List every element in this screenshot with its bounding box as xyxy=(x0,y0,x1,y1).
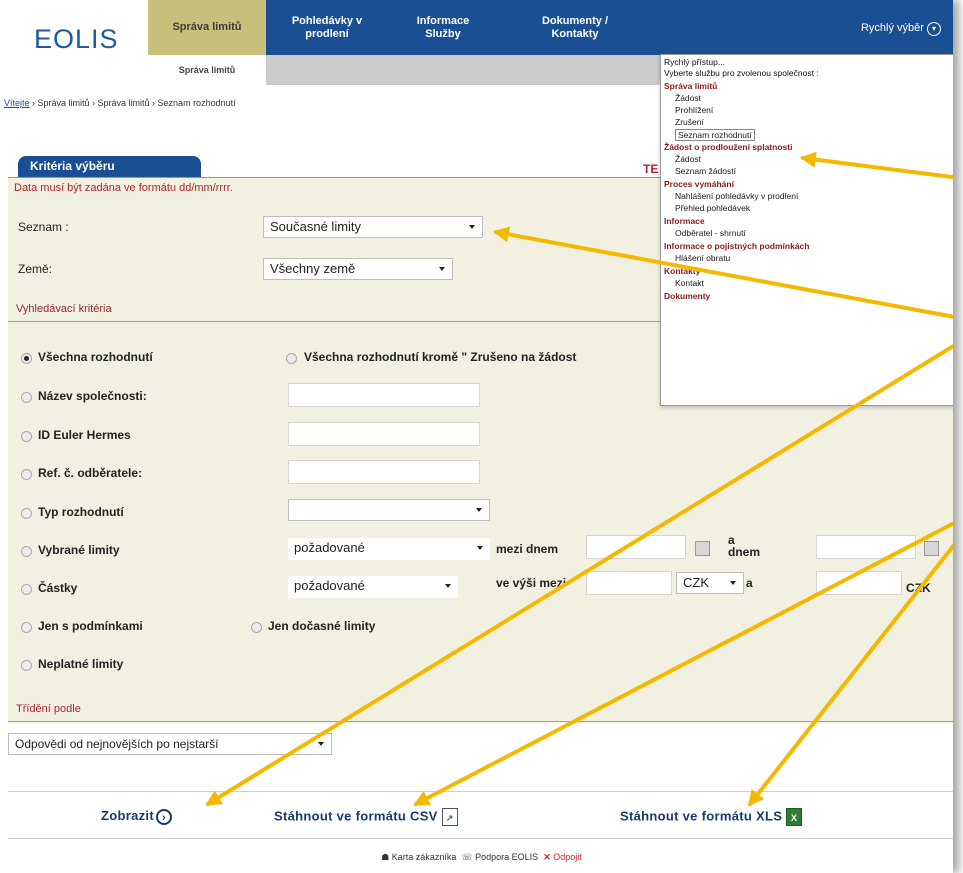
app-frame: EOLIS Správa limitů Pohledávky v prodlen… xyxy=(0,0,953,873)
decision-type-select[interactable] xyxy=(288,499,490,521)
eolis-logo[interactable]: EOLIS xyxy=(0,0,148,75)
sort-select[interactable]: Odpovědi od nejnovějších po nejstarší xyxy=(8,733,332,755)
radio-amounts[interactable] xyxy=(21,584,32,595)
radio-invalid-limits[interactable] xyxy=(21,660,32,671)
subtab-sprava-limitu[interactable]: Správa limitů xyxy=(148,55,266,85)
amount-from-input[interactable] xyxy=(586,571,672,595)
label-only-conditions: Jen s podmínkami xyxy=(38,619,143,633)
seznam-select[interactable]: Současné limity xyxy=(263,216,483,238)
label-selected-limits: Vybrané limity xyxy=(38,543,120,557)
footer-links: ☗ Karta zákazníka ☏ Podpora EOLIS ✕ Odpo… xyxy=(0,852,953,863)
label-only-temporary: Jen dočasné limity xyxy=(268,619,376,633)
menu-group-informace: Informace xyxy=(664,216,705,226)
support-link[interactable]: Podpora EOLIS xyxy=(475,852,538,862)
menu-item-zadost[interactable]: Žádost xyxy=(675,93,701,103)
menu-item-hlaseni-obratu[interactable]: Hlášení obratu xyxy=(675,253,730,263)
menu-group-dokumenty[interactable]: Dokumenty xyxy=(664,291,710,301)
zeme-label: Země: xyxy=(18,262,53,276)
menu-group-kontakty: Kontakty xyxy=(664,266,701,276)
user-card-icon: ☗ xyxy=(381,852,390,862)
quick-menu-title: Rychlý přístup... xyxy=(664,57,725,67)
zeme-select[interactable]: Všechny země xyxy=(263,258,453,280)
currency-label: CZK xyxy=(906,581,931,595)
menu-group-pojistne: Informace o pojistných podmínkách xyxy=(664,241,810,251)
customer-ref-input[interactable] xyxy=(288,460,480,484)
breadcrumb-trail: › Správa limitů › Správa limitů › Seznam… xyxy=(29,98,236,108)
euler-id-input[interactable] xyxy=(288,422,480,446)
radio-customer-ref[interactable] xyxy=(21,469,32,480)
quick-menu-subtitle: Vyberte službu pro zvolenou společnost : xyxy=(664,68,819,78)
label-all-except-cancelled: Všechna rozhodnutí kromě " Zrušeno na žá… xyxy=(304,350,577,364)
menu-item-kontakt[interactable]: Kontakt xyxy=(675,278,704,288)
label-company-name: Název společnosti: xyxy=(38,389,147,403)
amounts-status-select[interactable]: požadované xyxy=(288,576,458,598)
menu-item-prohlizeni[interactable]: Prohlížení xyxy=(675,105,713,115)
company-name-input[interactable] xyxy=(288,383,480,407)
menu-item-seznam-rozhodnuti[interactable]: Seznam rozhodnutí xyxy=(675,129,755,141)
arrow-right-icon: › xyxy=(155,808,172,825)
sort-header: Třídění podle xyxy=(8,696,953,722)
limits-status-select[interactable]: požadované xyxy=(288,538,490,560)
breadcrumb: Vítejte › Správa limitů › Správa limitů … xyxy=(4,98,236,108)
date-to-input[interactable] xyxy=(816,535,916,559)
logout-icon: ✕ xyxy=(543,852,551,862)
tab-pohledavky[interactable]: Pohledávky v prodlení xyxy=(268,0,386,55)
label-decision-type: Typ rozhodnutí xyxy=(38,505,124,519)
quick-access-menu: Rychlý přístup... Vyberte službu pro zvo… xyxy=(660,54,953,406)
breadcrumb-home-link[interactable]: Vítejte xyxy=(4,98,30,108)
label-between-date: mezi dnem xyxy=(496,542,559,556)
menu-item-nahlaseni[interactable]: Nahlášení pohledávky v prodlení xyxy=(675,191,798,201)
label-and-date: a dnem xyxy=(728,533,761,559)
label-customer-ref: Ref. č. odběratele: xyxy=(38,466,143,480)
menu-item-zadost-2[interactable]: Žádost xyxy=(675,154,701,164)
support-icon: ☏ xyxy=(461,852,473,862)
radio-only-temporary[interactable] xyxy=(251,622,262,633)
date-format-notice: Data musí být zadána ve formátu dd/mm/rr… xyxy=(14,182,233,194)
label-euler-id: ID Euler Hermes xyxy=(38,428,131,442)
radio-only-conditions[interactable] xyxy=(21,622,32,633)
currency-select[interactable]: CZK xyxy=(676,572,744,594)
radio-euler-id[interactable] xyxy=(21,431,32,442)
criteria-panel-title: Kritéria výběru xyxy=(18,156,201,177)
menu-item-seznam-zadosti[interactable]: Seznam žádostí xyxy=(675,166,736,176)
calendar-icon[interactable] xyxy=(924,541,939,556)
radio-company-name[interactable] xyxy=(21,392,32,403)
label-amount-range: ve výši mezi xyxy=(496,576,567,590)
tab-sprava-limitu[interactable]: Správa limitů xyxy=(148,0,266,55)
action-bar: Zobrazit › Stáhnout ve formátu CSV ↗ Stáhn… xyxy=(8,791,953,839)
download-xls-button[interactable]: Stáhnout ve formátu XLS X xyxy=(620,808,803,826)
menu-group-vymahani: Proces vymáhání xyxy=(664,179,734,189)
label-amounts: Částky xyxy=(38,581,78,595)
tab-informace[interactable]: Informace Služby xyxy=(388,0,498,55)
csv-file-icon: ↗ xyxy=(441,808,458,826)
show-button[interactable]: Zobrazit › xyxy=(101,808,172,825)
seznam-label: Seznam : xyxy=(18,220,69,234)
menu-group-prodlouzeni: Žádost o prodloužení splatnosti xyxy=(664,142,793,152)
label-all-decisions: Všechna rozhodnutí xyxy=(38,350,153,364)
radio-all-except-cancelled[interactable] xyxy=(286,353,297,364)
menu-item-prehled[interactable]: Přehled pohledávek xyxy=(675,203,750,213)
quick-select-toggle[interactable]: Rychlý výběr ▾ xyxy=(861,22,941,36)
te-label: TE xyxy=(643,162,659,176)
excel-file-icon: X xyxy=(786,808,803,826)
download-csv-button[interactable]: Stáhnout ve formátu CSV ↗ xyxy=(274,808,458,826)
menu-item-zruseni[interactable]: Zrušení xyxy=(675,117,704,127)
radio-all-decisions[interactable] xyxy=(21,353,32,364)
date-from-input[interactable] xyxy=(586,535,686,559)
radio-selected-limits[interactable] xyxy=(21,546,32,557)
calendar-icon[interactable] xyxy=(695,541,710,556)
tab-dokumenty[interactable]: Dokumenty / Kontakty xyxy=(500,0,650,55)
customer-card-link[interactable]: Karta zákazníka xyxy=(392,852,457,862)
label-invalid-limits: Neplatné limity xyxy=(38,657,124,671)
label-and: a xyxy=(746,576,753,590)
logout-link[interactable]: Odpojit xyxy=(553,852,582,862)
chevron-down-icon: ▾ xyxy=(927,22,941,36)
amount-to-input[interactable] xyxy=(816,571,902,595)
radio-decision-type[interactable] xyxy=(21,508,32,519)
menu-group-sprava-limitu: Správa limitů xyxy=(664,81,718,91)
menu-item-odberatel[interactable]: Odběratel - shrnutí xyxy=(675,228,746,238)
